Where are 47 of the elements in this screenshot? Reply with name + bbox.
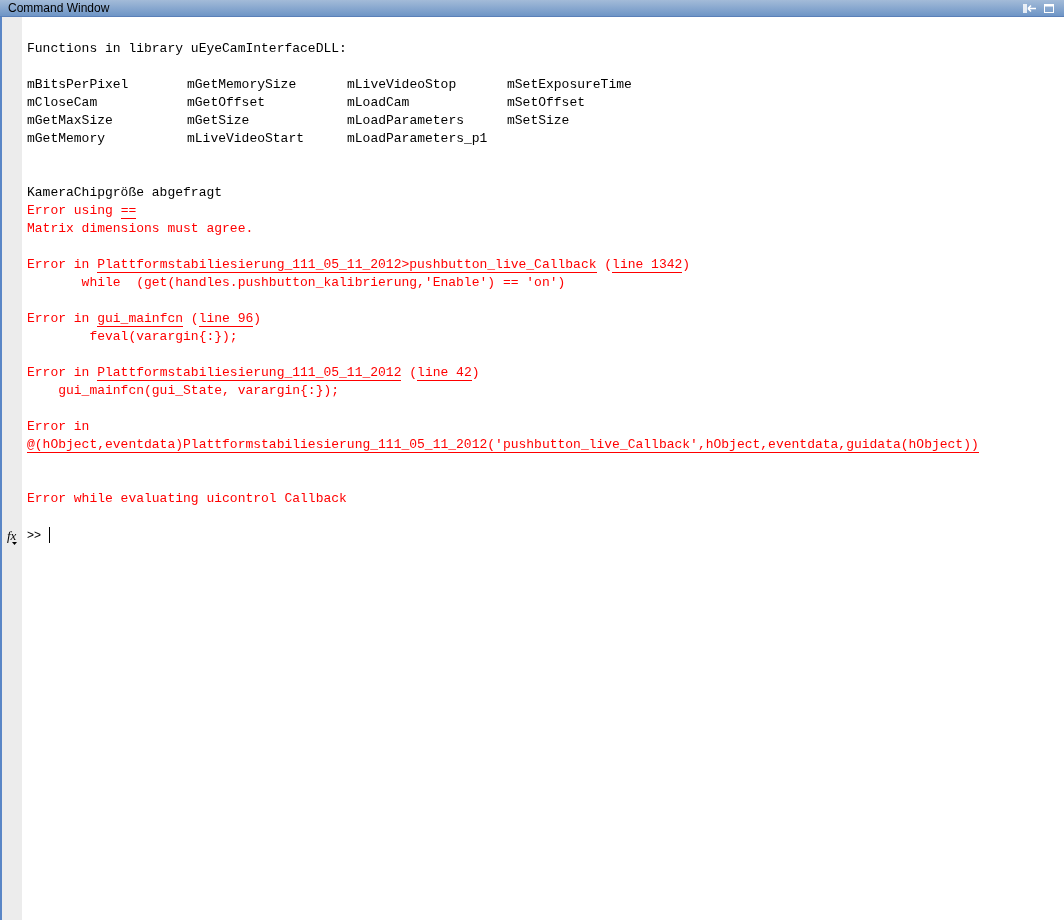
maximize-icon[interactable] (1044, 3, 1054, 13)
function-name: mCloseCam (27, 94, 99, 112)
function-name: mLoadCam (347, 94, 411, 112)
prompt-symbol: >> (27, 527, 41, 544)
function-name: mGetMemorySize (187, 76, 298, 94)
error-link[interactable]: == (120, 203, 137, 219)
function-name: mGetMemory (27, 130, 106, 148)
console-text: gui_mainfcn(gui_State, varargin{:}); (57, 382, 340, 400)
console-text: ) (682, 256, 691, 274)
error-link[interactable]: @(hObject,eventdata)Plattformstabiliesierung_111_05_11_2012('pushbutton_live_Callback',hObject,eventdata,guidata(hObject)) (27, 437, 979, 453)
console-text: KameraChipgröße abgefragt (27, 184, 223, 202)
function-name: mLiveVideoStart (187, 130, 306, 148)
function-name: mGetSize (187, 112, 251, 130)
error-link[interactable]: line 1342 (612, 257, 683, 273)
console-text: Functions in library uEyeCamInterfaceDLL: (27, 40, 347, 58)
console-text: Error in (27, 256, 91, 274)
function-name: mSetExposureTime (507, 76, 633, 94)
function-name: mLiveVideoStop (347, 76, 458, 94)
error-link[interactable]: Plattformstabiliesierung_111_05_11_2012 (97, 365, 402, 381)
console-text: ) (471, 364, 480, 382)
error-link[interactable]: gui_mainfcn (97, 311, 184, 327)
function-name: mGetOffset (187, 94, 266, 112)
console-text: Error while evaluating uicontrol Callback (27, 490, 347, 508)
console-text: Error in (27, 364, 91, 382)
function-browser-button[interactable]: fx (7, 529, 18, 543)
console-text: Error in (27, 418, 90, 436)
undock-icon[interactable] (1023, 3, 1036, 13)
text-cursor (49, 527, 50, 543)
function-name: mLoadParameters_p1 (347, 130, 489, 148)
error-link[interactable]: line 42 (417, 365, 472, 381)
console-text: ( (603, 256, 613, 274)
error-link[interactable]: line 96 (198, 311, 254, 327)
error-link[interactable]: Plattformstabiliesierung_111_05_11_2012>pushbutton_live_Callback (97, 257, 597, 273)
console-text: feval(varargin{:}); (88, 328, 238, 346)
console-text: ( (408, 364, 418, 382)
console-text: while (get(handles.pushbutton_kalibrierung,'Enable') == 'on') (80, 274, 566, 292)
console-text: ) (253, 310, 262, 328)
console-text: Matrix dimensions must agree. (27, 220, 254, 238)
function-name: mLoadParameters (347, 112, 466, 130)
console-text: Error using (27, 202, 114, 220)
function-name: mSetSize (507, 112, 571, 130)
console-text: Error in (27, 310, 91, 328)
function-name: mGetMaxSize (27, 112, 114, 130)
function-name: mSetOffset (507, 94, 586, 112)
function-name: mBitsPerPixel (27, 76, 130, 94)
window-title: Command Window (8, 1, 110, 15)
console-text: ( (189, 310, 199, 328)
